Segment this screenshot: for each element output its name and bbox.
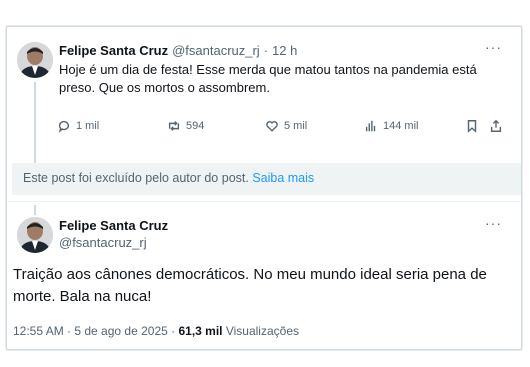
reply-icon <box>58 120 70 133</box>
retweet-icon <box>168 121 180 131</box>
avatar-photo-icon <box>17 42 53 78</box>
views-count: 144 mil <box>383 120 419 132</box>
heart-icon <box>266 121 278 132</box>
deleted-post-notice: Este post foi excluído pelo autor do pos… <box>12 163 521 195</box>
post-time[interactable]: 12 h <box>272 43 297 58</box>
tweet-text-line: preso. Que os mortos o assombrem. <box>59 80 270 95</box>
author-name[interactable]: Felipe Santa Cruz <box>59 43 168 58</box>
tweet-text-line: Hoje é um dia de festa! Esse merda que m… <box>59 62 477 77</box>
avatar[interactable] <box>17 217 53 253</box>
tweet-text-line: Traição aos cânones democráticos. No meu… <box>13 266 487 283</box>
thread-line <box>34 205 36 215</box>
tweet-text-line: morte. Bala na nuca! <box>13 288 152 305</box>
avatar-photo-icon <box>17 217 53 253</box>
like-button[interactable]: 5 mil <box>265 119 307 133</box>
author-name[interactable]: Felipe Santa Cruz <box>59 218 168 233</box>
more-options-icon[interactable]: ··· <box>485 215 502 231</box>
bookmark-icon <box>467 120 477 133</box>
views-label: Visualizações <box>225 324 299 338</box>
learn-more-link[interactable]: Saiba mais <box>252 171 314 185</box>
bookmark-button[interactable] <box>465 119 479 133</box>
divider <box>7 201 521 202</box>
views-button[interactable]: 144 mil <box>364 119 418 133</box>
avatar[interactable] <box>17 42 53 78</box>
reply-count: 1 mil <box>76 120 100 132</box>
retweet-count: 594 <box>186 120 205 132</box>
thread-line <box>34 82 36 172</box>
reply-button[interactable]: 1 mil <box>57 119 99 133</box>
author-handle[interactable]: @fsantacruz_rj <box>59 235 168 250</box>
deleted-notice-text: Este post foi excluído pelo autor do pos… <box>23 171 249 185</box>
more-options-icon[interactable]: ··· <box>485 39 502 55</box>
like-count: 5 mil <box>284 120 308 132</box>
share-icon <box>490 119 502 132</box>
retweet-button[interactable]: 594 <box>167 119 204 133</box>
screenshot-frame: Felipe Santa Cruz @fsantacruz_rj · 12 h … <box>6 26 522 350</box>
post-timestamp[interactable]: 12:55 AM · 5 de ago de 2025 · <box>13 324 175 338</box>
separator-dot: · <box>263 43 269 58</box>
views-count: 61,3 mil <box>178 324 223 338</box>
author-handle[interactable]: @fsantacruz_rj <box>172 43 260 58</box>
share-button[interactable] <box>489 119 503 133</box>
views-chart-icon <box>365 120 376 132</box>
